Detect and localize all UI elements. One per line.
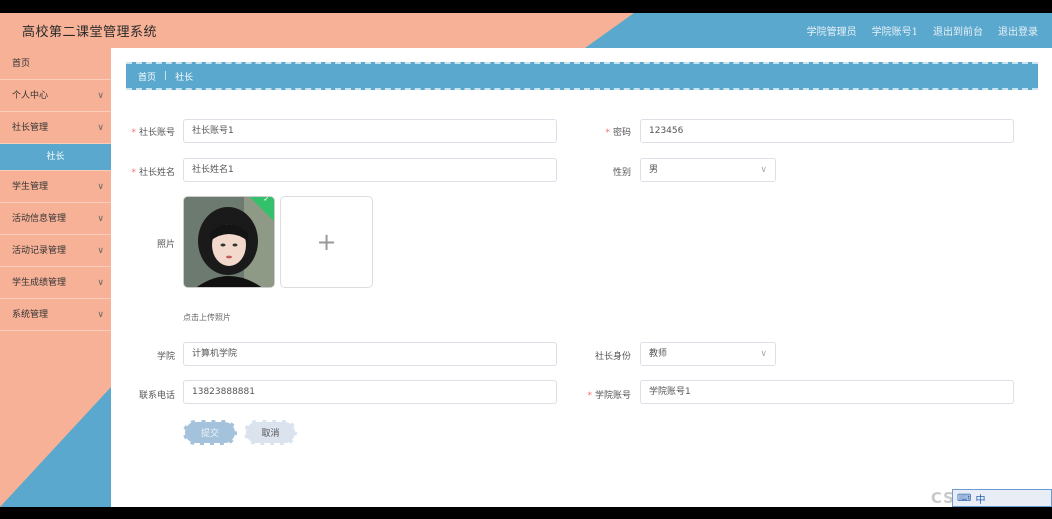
photo-preview[interactable]: ✓ <box>183 196 275 288</box>
breadcrumb-current: 社长 <box>175 72 194 83</box>
ime-icon: ⌨ <box>957 492 972 504</box>
college-input[interactable]: 计算机学院 <box>183 342 557 366</box>
college-label: 学院 <box>156 352 175 362</box>
college-account-label: * 学院账号 <box>587 391 631 401</box>
app-title: 高校第二课堂管理系统 <box>22 25 158 40</box>
identity-value: 教师 <box>649 349 668 359</box>
sidebar-subitem-president[interactable]: 社长 <box>0 144 111 171</box>
sidebar-item-home[interactable]: 首页 <box>0 48 111 80</box>
chevron-down-icon: ∨ <box>97 182 104 192</box>
front-link[interactable]: 退出到前台 <box>933 23 983 38</box>
main-content: 首页 | 社长 * 社长账号 社长账号1 * 密码 123456 * 社长姓名 社长姓… <box>111 48 1052 507</box>
user-role: 学院管理员 <box>806 27 857 38</box>
user-account: 学院账号1 <box>871 27 918 38</box>
sidebar-item-label: 活动记录管理 <box>12 246 67 256</box>
sidebar-item-label: 系统管理 <box>12 310 49 320</box>
sidebar-item-personal-center[interactable]: 个人中心 ∨ <box>0 80 111 112</box>
chevron-down-icon: ∨ <box>97 310 104 320</box>
chevron-down-icon: ∨ <box>97 214 104 224</box>
portrait-image <box>184 197 274 287</box>
chevron-down-icon: ∨ <box>97 246 104 256</box>
sidebar-item-label: 活动信息管理 <box>12 214 67 224</box>
sidebar-item-president-management[interactable]: 社长管理 ∨ <box>0 112 111 144</box>
sidebar-item-label: 学生管理 <box>12 182 49 192</box>
gender-label: 性别 <box>612 168 631 178</box>
sidebar-item-student-management[interactable]: 学生管理 ∨ <box>0 171 111 203</box>
header-nav: 学院管理员 学院账号1 退出到前台 退出登录 <box>807 23 1038 38</box>
sidebar-item-activity-info[interactable]: 活动信息管理 ∨ <box>0 203 111 235</box>
ime-language: 中 <box>975 494 986 506</box>
chevron-down-icon: ∨ <box>760 349 767 359</box>
header: 高校第二课堂管理系统 学院管理员 学院账号1 退出到前台 退出登录 <box>0 13 1052 48</box>
sidebar-item-label: 社长管理 <box>12 123 49 133</box>
ime-tray[interactable]: ⌨ 中 <box>952 489 1052 507</box>
chevron-down-icon: ∨ <box>97 278 104 288</box>
account-label: * 社长账号 <box>131 128 175 138</box>
identity-label: 社长身份 <box>594 352 631 362</box>
breadcrumb-home[interactable]: 首页 <box>138 70 156 83</box>
sidebar-item-student-grades[interactable]: 学生成绩管理 ∨ <box>0 267 111 299</box>
sidebar-corner-decoration <box>0 387 111 507</box>
sidebar-item-system[interactable]: 系统管理 ∨ <box>0 299 111 331</box>
chevron-down-icon: ∨ <box>97 91 104 101</box>
password-input[interactable]: 123456 <box>640 119 1014 143</box>
sidebar-item-activity-records[interactable]: 活动记录管理 ∨ <box>0 235 111 267</box>
gender-value: 男 <box>649 165 659 175</box>
name-label: * 社长姓名 <box>131 168 175 178</box>
chevron-down-icon: ∨ <box>97 123 104 133</box>
college-account-input[interactable]: 学院账号1 <box>640 380 1014 404</box>
password-label: * 密码 <box>605 128 631 138</box>
upload-button[interactable]: + <box>280 196 373 288</box>
app-window: 高校第二课堂管理系统 学院管理员 学院账号1 退出到前台 退出登录 首页 个人中… <box>0 13 1052 507</box>
phone-input[interactable]: 13823888881 <box>183 380 557 404</box>
identity-select[interactable]: 教师 ∨ <box>640 342 776 366</box>
breadcrumb: 首页 | 社长 <box>126 62 1038 90</box>
breadcrumb-separator: | <box>164 71 168 81</box>
sidebar: 首页 个人中心 ∨ 社长管理 ∨ 社长 学生管理 ∨ 活动信息管理 ∨ 活动记录管理 ∨ … <box>0 48 111 507</box>
phone-label: 联系电话 <box>138 391 175 401</box>
chevron-down-icon: ∨ <box>760 165 767 175</box>
account-input[interactable]: 社长账号1 <box>183 119 557 143</box>
mouse-cursor-icon <box>366 409 374 419</box>
sidebar-item-label: 个人中心 <box>12 91 49 101</box>
sidebar-item-label: 学生成绩管理 <box>12 278 67 288</box>
name-input[interactable]: 社长姓名1 <box>183 158 557 182</box>
submit-button[interactable]: 提交 <box>183 420 237 445</box>
photo-label: 照片 <box>156 240 175 250</box>
gender-select[interactable]: 男 ∨ <box>640 158 776 182</box>
sidebar-item-label: 首页 <box>12 59 31 69</box>
upload-tip: 点击上传照片 <box>183 313 231 322</box>
logout-link[interactable]: 退出登录 <box>998 23 1038 38</box>
plus-icon: + <box>316 228 337 256</box>
sidebar-item-label: 社长 <box>46 152 65 162</box>
check-icon: ✓ <box>263 196 270 204</box>
cancel-button[interactable]: 取消 <box>244 420 297 445</box>
